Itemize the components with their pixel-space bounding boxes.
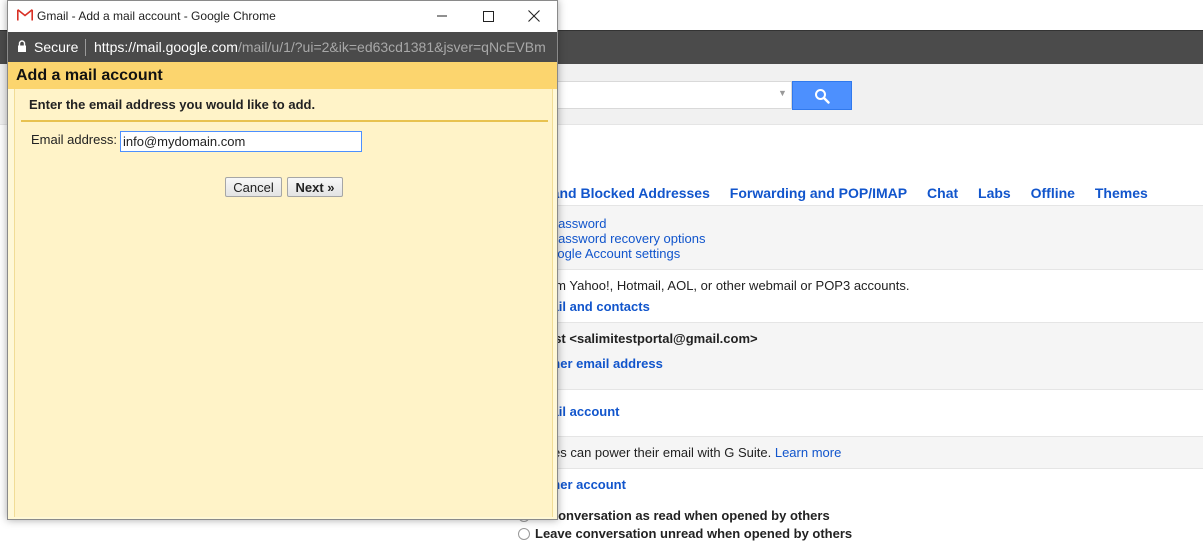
maximize-button[interactable] — [465, 1, 511, 31]
search-icon — [815, 88, 830, 104]
tab-offline[interactable]: Offline — [1031, 185, 1075, 201]
tab-themes[interactable]: Themes — [1095, 185, 1148, 201]
gsuite-text: sses can power their email with G Suite. — [540, 445, 772, 460]
email-address-value: info@mydomain.com — [123, 134, 246, 149]
dialog-divider — [21, 120, 548, 122]
google-account-settings-link[interactable]: Google Account settings — [540, 246, 680, 261]
gmail-icon — [17, 9, 33, 21]
change-recovery-link[interactable]: e password recovery options — [540, 231, 705, 246]
leave-unread-radio[interactable] — [518, 528, 530, 540]
gsuite-description: sses can power their email with G Suite.… — [540, 445, 841, 460]
learn-more-link[interactable]: Learn more — [775, 445, 841, 460]
window-title: Gmail - Add a mail account - Google Chro… — [37, 9, 276, 23]
search-input[interactable] — [540, 81, 792, 109]
dialog-title: Add a mail account — [16, 67, 163, 84]
url-path: /mail/u/1/?ui=2&ik=ed63cd1381&jsver=qNcE… — [237, 39, 546, 55]
tab-labs[interactable]: Labs — [978, 185, 1011, 201]
url-host: https://mail.google.com — [94, 39, 238, 55]
tab-filters[interactable]: s and Blocked Addresses — [540, 185, 710, 201]
close-icon — [528, 10, 540, 22]
add-mail-account-window: Gmail - Add a mail account - Google Chro… — [7, 0, 558, 520]
email-address-label: Email address: — [31, 132, 117, 147]
cancel-button[interactable]: Cancel — [225, 177, 282, 197]
secure-label: Secure — [34, 39, 79, 55]
import-description: from Yahoo!, Hotmail, AOL, or other webm… — [540, 278, 910, 293]
mark-read-label: k conversation as read when opened by ot… — [540, 508, 830, 523]
window-titlebar[interactable]: Gmail - Add a mail account - Google Chro… — [8, 1, 557, 32]
dialog-body: Enter the email address you would like t… — [14, 89, 553, 517]
close-button[interactable] — [511, 1, 557, 31]
search-button[interactable] — [792, 81, 852, 110]
lock-icon — [18, 40, 26, 52]
address-separator — [85, 39, 86, 56]
dialog-header: Add a mail account — [8, 62, 557, 89]
settings-tabs: s and Blocked Addresses Forwarding and P… — [540, 185, 1164, 201]
leave-unread-label: Leave conversation unread when opened by… — [535, 526, 853, 541]
url-text[interactable]: https://mail.google.com/mail/u/1/?ui=2&i… — [94, 39, 554, 55]
tab-chat[interactable]: Chat — [927, 185, 958, 201]
maximize-icon — [482, 10, 494, 22]
email-address-field[interactable]: info@mydomain.com — [120, 131, 362, 152]
send-as-address: Test <salimitestportal@gmail.com> — [540, 331, 758, 346]
next-button[interactable]: Next » — [287, 177, 343, 197]
minimize-button[interactable] — [419, 1, 465, 31]
tab-forwarding[interactable]: Forwarding and POP/IMAP — [730, 185, 907, 201]
add-email-address-link[interactable]: other email address — [540, 356, 663, 371]
address-bar[interactable]: Secure https://mail.google.com/mail/u/1/… — [8, 32, 557, 62]
minimize-icon — [437, 15, 447, 17]
search-options-caret-icon[interactable]: ▼ — [778, 88, 787, 98]
dialog-instruction: Enter the email address you would like t… — [29, 97, 316, 112]
